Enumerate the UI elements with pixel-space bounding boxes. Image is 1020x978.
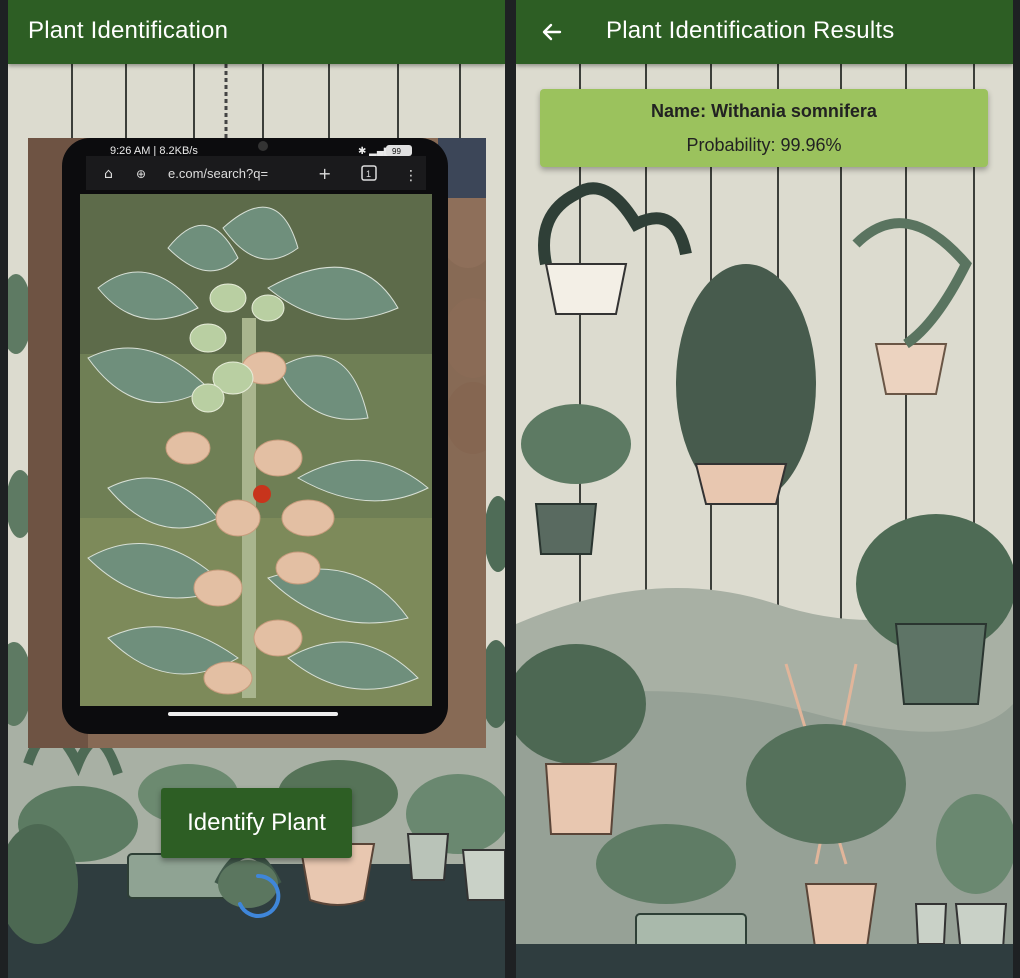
identify-plant-button[interactable]: Identify Plant [161, 788, 352, 858]
back-arrow-icon [542, 23, 562, 41]
app-bar: Plant Identification [8, 0, 505, 64]
svg-text:99: 99 [392, 147, 401, 156]
svg-text:+: + [318, 164, 331, 183]
probability: Probability: 99.96% [686, 135, 842, 155]
svg-text:⋮: ⋮ [404, 168, 418, 184]
plant-name: Name: Withania somnifera [651, 101, 877, 121]
results-screen: Plant Identification Results Name: Witha… [516, 0, 1013, 978]
svg-text:1: 1 [366, 169, 371, 179]
page-title: Plant Identification [28, 17, 229, 44]
identify-screen: Plant Identification 9:26 AM | 8.2KB/s ✱… [8, 0, 505, 978]
result-card: Name: Withania somnifera Probability: 99… [540, 89, 988, 167]
back-button[interactable] [530, 10, 574, 54]
page-title: Plant Identification Results [606, 17, 895, 44]
svg-text:⊕: ⊕ [136, 167, 146, 181]
plant-wallpaper-background [516, 64, 1013, 978]
app-bar: Plant Identification Results [516, 0, 1013, 64]
phone-url-text: e.com/search?q= [168, 166, 268, 181]
svg-text:⌂: ⌂ [104, 166, 113, 182]
loading-spinner-icon [238, 873, 281, 918]
plant-photo: 9:26 AM | 8.2KB/s ✱ ▂▄▆ 99 ⌂ ⊕ e.com/sea… [28, 138, 486, 748]
phone-status-time: 9:26 AM | 8.2KB/s [110, 145, 198, 157]
